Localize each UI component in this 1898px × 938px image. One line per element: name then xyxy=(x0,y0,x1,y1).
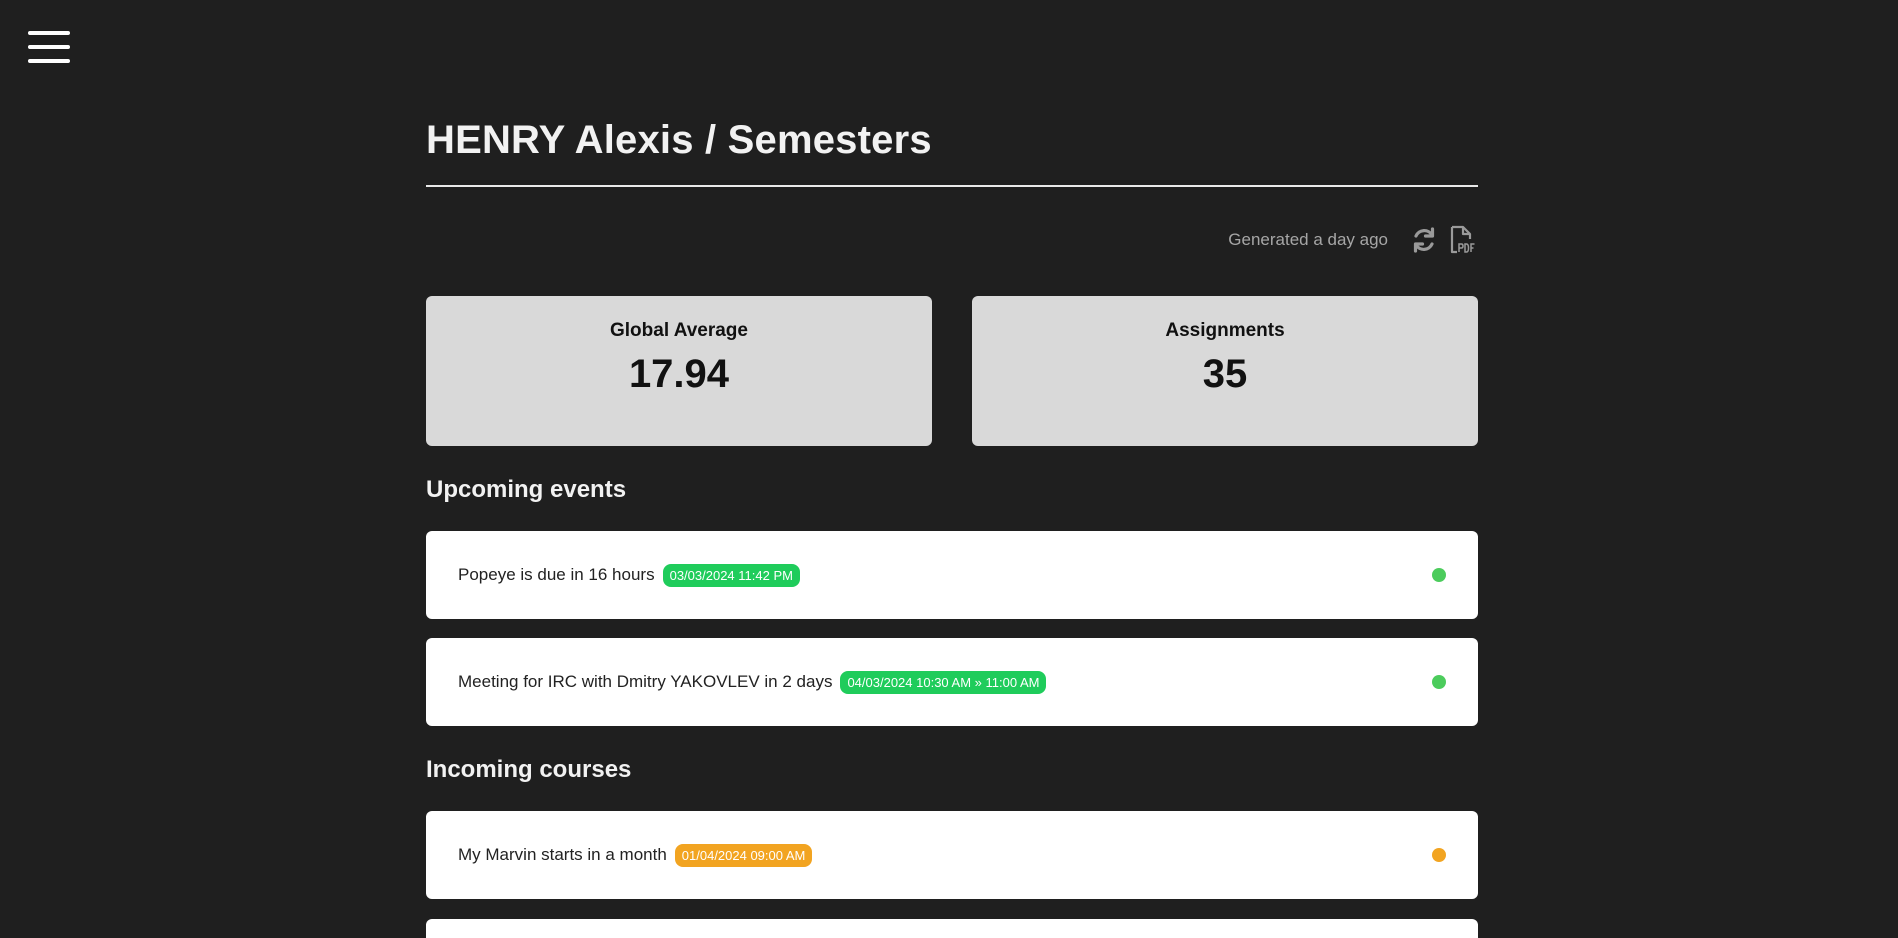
refresh-icon[interactable] xyxy=(1408,224,1440,256)
generated-timestamp: Generated a day ago xyxy=(1228,230,1388,249)
incoming-courses-title: Incoming courses xyxy=(426,756,632,783)
event-item[interactable]: Meeting for IRC with Dmitry YAKOVLEV in … xyxy=(426,638,1478,726)
status-dot xyxy=(1432,848,1446,862)
title-divider xyxy=(426,185,1478,187)
upcoming-events-title: Upcoming events xyxy=(426,476,627,503)
status-dot xyxy=(1432,675,1446,689)
hamburger-menu-icon[interactable] xyxy=(28,31,70,63)
menu-bar-middle xyxy=(28,45,70,49)
page-title: HENRY Alexis / Semesters xyxy=(426,118,932,162)
pdf-file-icon[interactable] xyxy=(1446,224,1478,256)
global-average-value: 17.94 xyxy=(628,352,730,396)
course-item[interactable]: My Marvin starts in a month 01/04/2024 0… xyxy=(426,811,1478,899)
assignments-label: Assignments xyxy=(1165,320,1285,341)
event-date-badge: 04/03/2024 10:30 AM » 11:00 AM xyxy=(840,670,1047,694)
status-dot xyxy=(1432,568,1446,582)
event-date-badge: 03/03/2024 11:42 PM xyxy=(662,563,800,587)
course-item[interactable] xyxy=(426,919,1478,938)
course-text: My Marvin starts in a month xyxy=(458,845,667,864)
menu-bar-bottom xyxy=(28,59,70,63)
generated-row: Generated a day ago xyxy=(1228,224,1478,256)
global-average-label: Global Average xyxy=(610,320,748,341)
assignments-card: Assignments 35 xyxy=(972,296,1478,446)
menu-bar-top xyxy=(28,31,70,35)
event-item[interactable]: Popeye is due in 16 hours 03/03/2024 11:… xyxy=(426,531,1478,619)
event-text: Popeye is due in 16 hours xyxy=(458,565,655,584)
event-text: Meeting for IRC with Dmitry YAKOVLEV in … xyxy=(458,672,833,691)
course-date-badge: 01/04/2024 09:00 AM xyxy=(674,843,813,867)
global-average-card: Global Average 17.94 xyxy=(426,296,932,446)
assignments-value: 35 xyxy=(1202,352,1248,396)
